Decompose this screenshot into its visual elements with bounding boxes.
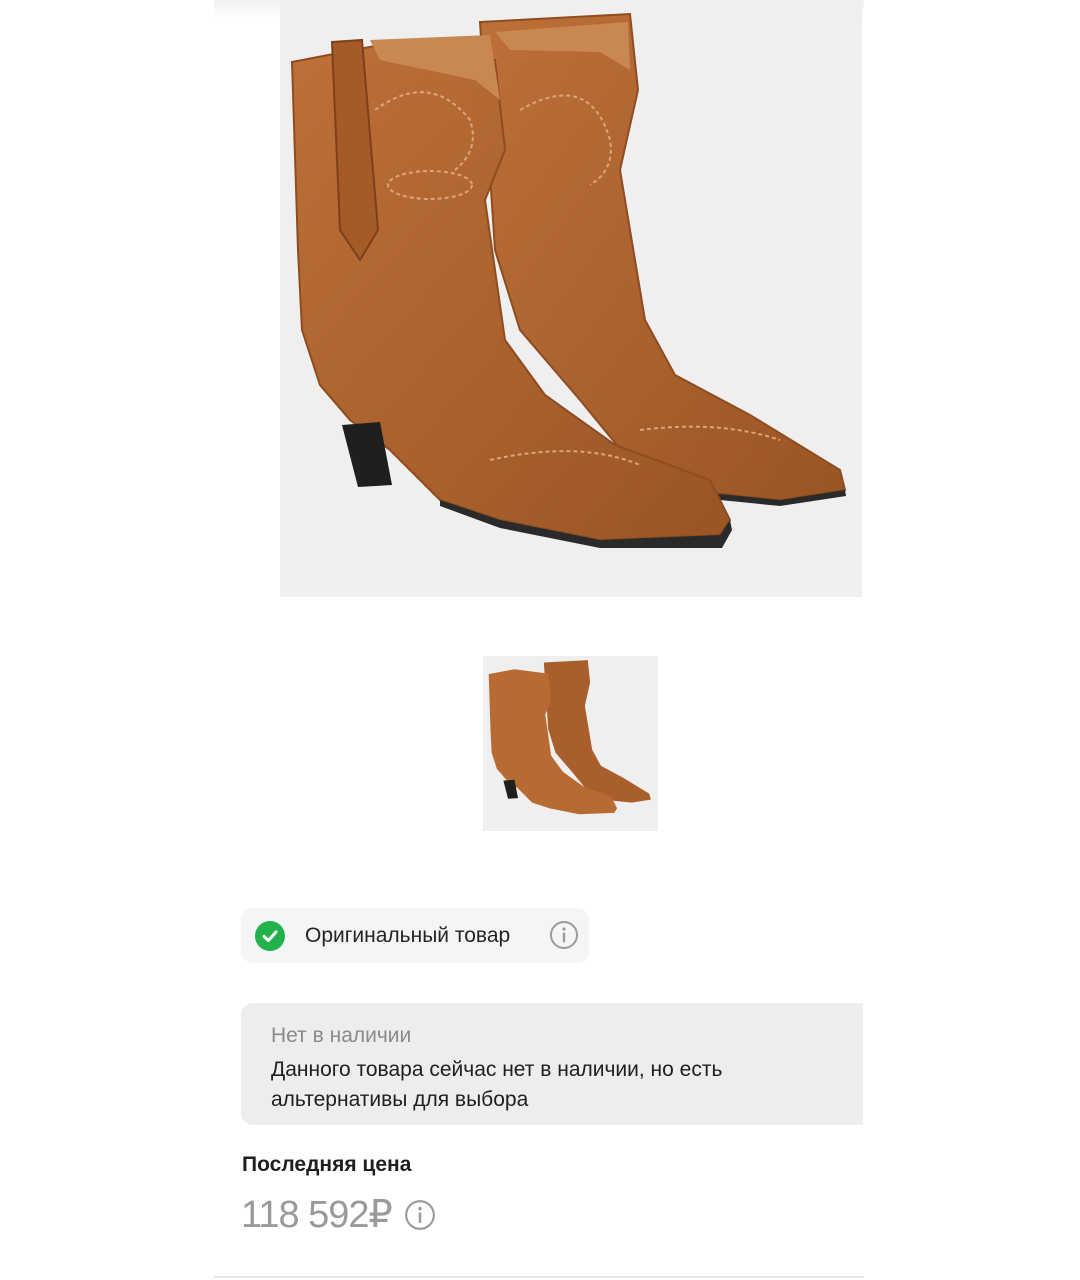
boots-photo xyxy=(290,12,847,548)
product-thumbnail[interactable] xyxy=(483,656,658,831)
last-price-label: Последняя цена xyxy=(242,1153,412,1176)
info-icon[interactable] xyxy=(404,1199,436,1231)
boots-photo-thumbnail xyxy=(488,660,651,815)
info-icon[interactable] xyxy=(549,920,579,950)
authenticity-badge: Оригинальный товар xyxy=(241,908,589,963)
availability-notice: Нет в наличии Данного товара сейчас нет … xyxy=(241,1003,863,1125)
availability-title: Нет в наличии xyxy=(271,1024,412,1047)
check-circle-icon xyxy=(255,920,285,951)
product-main-image[interactable] xyxy=(280,0,862,597)
price-value: 118 592₽ xyxy=(241,1194,393,1236)
divider xyxy=(214,1276,864,1278)
availability-text: Данного товара сейчас нет в наличии, но … xyxy=(271,1058,723,1111)
authenticity-label: Оригинальный товар xyxy=(305,923,511,947)
price-row: 118 592₽ xyxy=(241,1192,436,1237)
